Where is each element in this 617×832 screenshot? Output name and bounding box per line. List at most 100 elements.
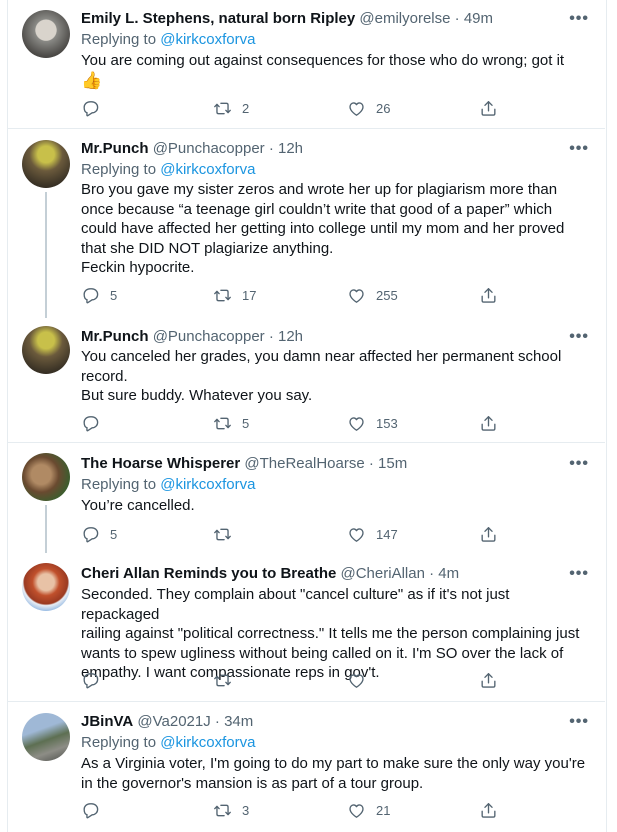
- display-name[interactable]: The Hoarse Whisperer: [81, 455, 240, 472]
- like-button[interactable]: 26: [347, 99, 390, 118]
- mention-link[interactable]: @kirkcoxforva: [160, 476, 255, 493]
- action-bar: 5 153: [81, 414, 521, 434]
- display-name[interactable]: Mr.Punch: [81, 140, 149, 157]
- share-button[interactable]: [479, 671, 498, 690]
- retweet-button[interactable]: 3: [213, 801, 249, 820]
- display-name[interactable]: Cheri Allan Reminds you to Breathe: [81, 565, 336, 582]
- tweet[interactable]: Emily L. Stephens, natural born Ripley @…: [7, 0, 605, 129]
- reply-button[interactable]: 5: [81, 286, 117, 305]
- avatar[interactable]: [22, 326, 70, 374]
- avatar[interactable]: [22, 453, 70, 501]
- retweet-icon: [214, 289, 231, 302]
- like-button[interactable]: [347, 671, 376, 690]
- tweet-header: Mr.Punch @Punchacopper · 12h: [81, 328, 303, 346]
- tweet[interactable]: JBinVA @Va2021J · 34m ••• Replying to @k…: [7, 701, 605, 832]
- action-bar: [81, 671, 521, 691]
- text-line: that she DID NOT plagiarize anything.: [81, 239, 334, 257]
- timestamp[interactable]: · 4m: [429, 565, 459, 582]
- reply-button[interactable]: [81, 414, 110, 433]
- more-options-icon[interactable]: •••: [569, 714, 589, 730]
- text-line: once because “a teenage girl couldn’t wr…: [81, 200, 553, 218]
- share-button[interactable]: [479, 414, 498, 433]
- reply-button[interactable]: 5: [81, 525, 117, 544]
- like-button[interactable]: 255: [347, 286, 398, 305]
- replying-label: Replying to: [81, 734, 161, 751]
- like-button[interactable]: 21: [347, 801, 390, 820]
- reply-count: 5: [110, 288, 118, 303]
- reply-icon: [83, 288, 99, 304]
- handle[interactable]: @TheRealHoarse: [244, 455, 364, 472]
- reply-button[interactable]: [81, 801, 110, 820]
- replying-label: Replying to: [81, 31, 161, 48]
- thumbs-up-emoji: 👍: [81, 70, 103, 90]
- heart-icon: [349, 417, 364, 431]
- text-line: You’re cancelled.: [81, 497, 195, 514]
- handle[interactable]: @Punchacopper: [153, 328, 265, 345]
- handle[interactable]: @emilyorelse: [359, 10, 450, 27]
- retweet-count: 17: [242, 288, 257, 303]
- handle[interactable]: @Va2021J: [137, 713, 210, 730]
- heart-icon: [349, 528, 364, 542]
- tweet-text: As a Virginia voter, I'm going to do my …: [81, 754, 591, 793]
- tweet-header: Emily L. Stephens, natural born Ripley @…: [81, 10, 493, 28]
- more-options-icon[interactable]: •••: [569, 456, 589, 472]
- mention-link[interactable]: @kirkcoxforva: [160, 734, 255, 751]
- avatar[interactable]: [22, 563, 70, 611]
- like-count: 147: [376, 527, 398, 542]
- tweet-text: Seconded. They complain about "cancel cu…: [81, 585, 591, 683]
- display-name[interactable]: JBinVA: [81, 713, 133, 730]
- share-button[interactable]: [479, 286, 498, 305]
- mention-link[interactable]: @kirkcoxforva: [160, 161, 255, 178]
- tweet[interactable]: Mr.Punch @Punchacopper · 12h ••• Replyin…: [7, 128, 605, 318]
- timestamp[interactable]: · 34m: [215, 713, 253, 730]
- handle[interactable]: @Punchacopper: [153, 140, 265, 157]
- share-button[interactable]: [479, 525, 498, 544]
- retweet-icon: [214, 804, 231, 817]
- retweet-button[interactable]: 5: [213, 414, 249, 433]
- avatar[interactable]: [22, 713, 70, 761]
- tweet[interactable]: The Hoarse Whisperer @TheRealHoarse · 15…: [7, 443, 605, 553]
- reply-button[interactable]: [81, 671, 110, 690]
- more-options-icon[interactable]: •••: [569, 566, 589, 582]
- text-line: railing against "political correctness."…: [81, 625, 580, 642]
- avatar[interactable]: [22, 140, 70, 188]
- retweet-count: 5: [242, 416, 250, 431]
- reply-icon: [83, 803, 99, 819]
- text-line: But sure buddy. Whatever you say.: [81, 387, 313, 404]
- action-bar: 2 26: [81, 99, 521, 119]
- share-button[interactable]: [479, 801, 498, 820]
- timestamp[interactable]: · 49m: [455, 10, 493, 27]
- retweet-button[interactable]: 2: [213, 99, 249, 118]
- handle[interactable]: @CheriAllan: [341, 565, 425, 582]
- retweet-button[interactable]: [213, 525, 242, 544]
- share-button[interactable]: [479, 99, 498, 118]
- text-line: Feckin hypocrite.: [81, 259, 195, 276]
- heart-icon: [349, 102, 364, 116]
- retweet-button[interactable]: [213, 671, 242, 690]
- tweet[interactable]: Cheri Allan Reminds you to Breathe @Cher…: [7, 553, 605, 702]
- reply-icon: [83, 673, 99, 689]
- mention-link[interactable]: @kirkcoxforva: [160, 31, 255, 48]
- like-count: 21: [376, 803, 391, 818]
- replying-to: Replying to @kirkcoxforva: [81, 734, 255, 752]
- tweet-header: Cheri Allan Reminds you to Breathe @Cher…: [81, 565, 459, 583]
- tweet[interactable]: Mr.Punch @Punchacopper · 12h ••• You can…: [7, 318, 605, 443]
- more-options-icon[interactable]: •••: [569, 141, 589, 157]
- like-button[interactable]: 153: [347, 414, 398, 433]
- timestamp[interactable]: · 12h: [269, 328, 303, 345]
- replying-to: Replying to @kirkcoxforva: [81, 31, 255, 49]
- text-line: You canceled her grades, you damn near a…: [81, 348, 562, 365]
- like-button[interactable]: 147: [347, 525, 398, 544]
- more-options-icon[interactable]: •••: [569, 329, 589, 345]
- display-name[interactable]: Emily L. Stephens, natural born Ripley: [81, 10, 355, 27]
- display-name[interactable]: Mr.Punch: [81, 328, 149, 345]
- text-line: Bro you gave my sister zeros and wrote h…: [81, 181, 558, 198]
- share-icon: [481, 101, 496, 116]
- timestamp[interactable]: · 15m: [369, 455, 407, 472]
- retweet-button[interactable]: 17: [213, 286, 256, 305]
- avatar[interactable]: [22, 10, 70, 58]
- more-options-icon[interactable]: •••: [569, 11, 589, 27]
- reply-icon: [83, 101, 99, 117]
- timestamp[interactable]: · 12h: [269, 140, 303, 157]
- reply-button[interactable]: [81, 99, 110, 118]
